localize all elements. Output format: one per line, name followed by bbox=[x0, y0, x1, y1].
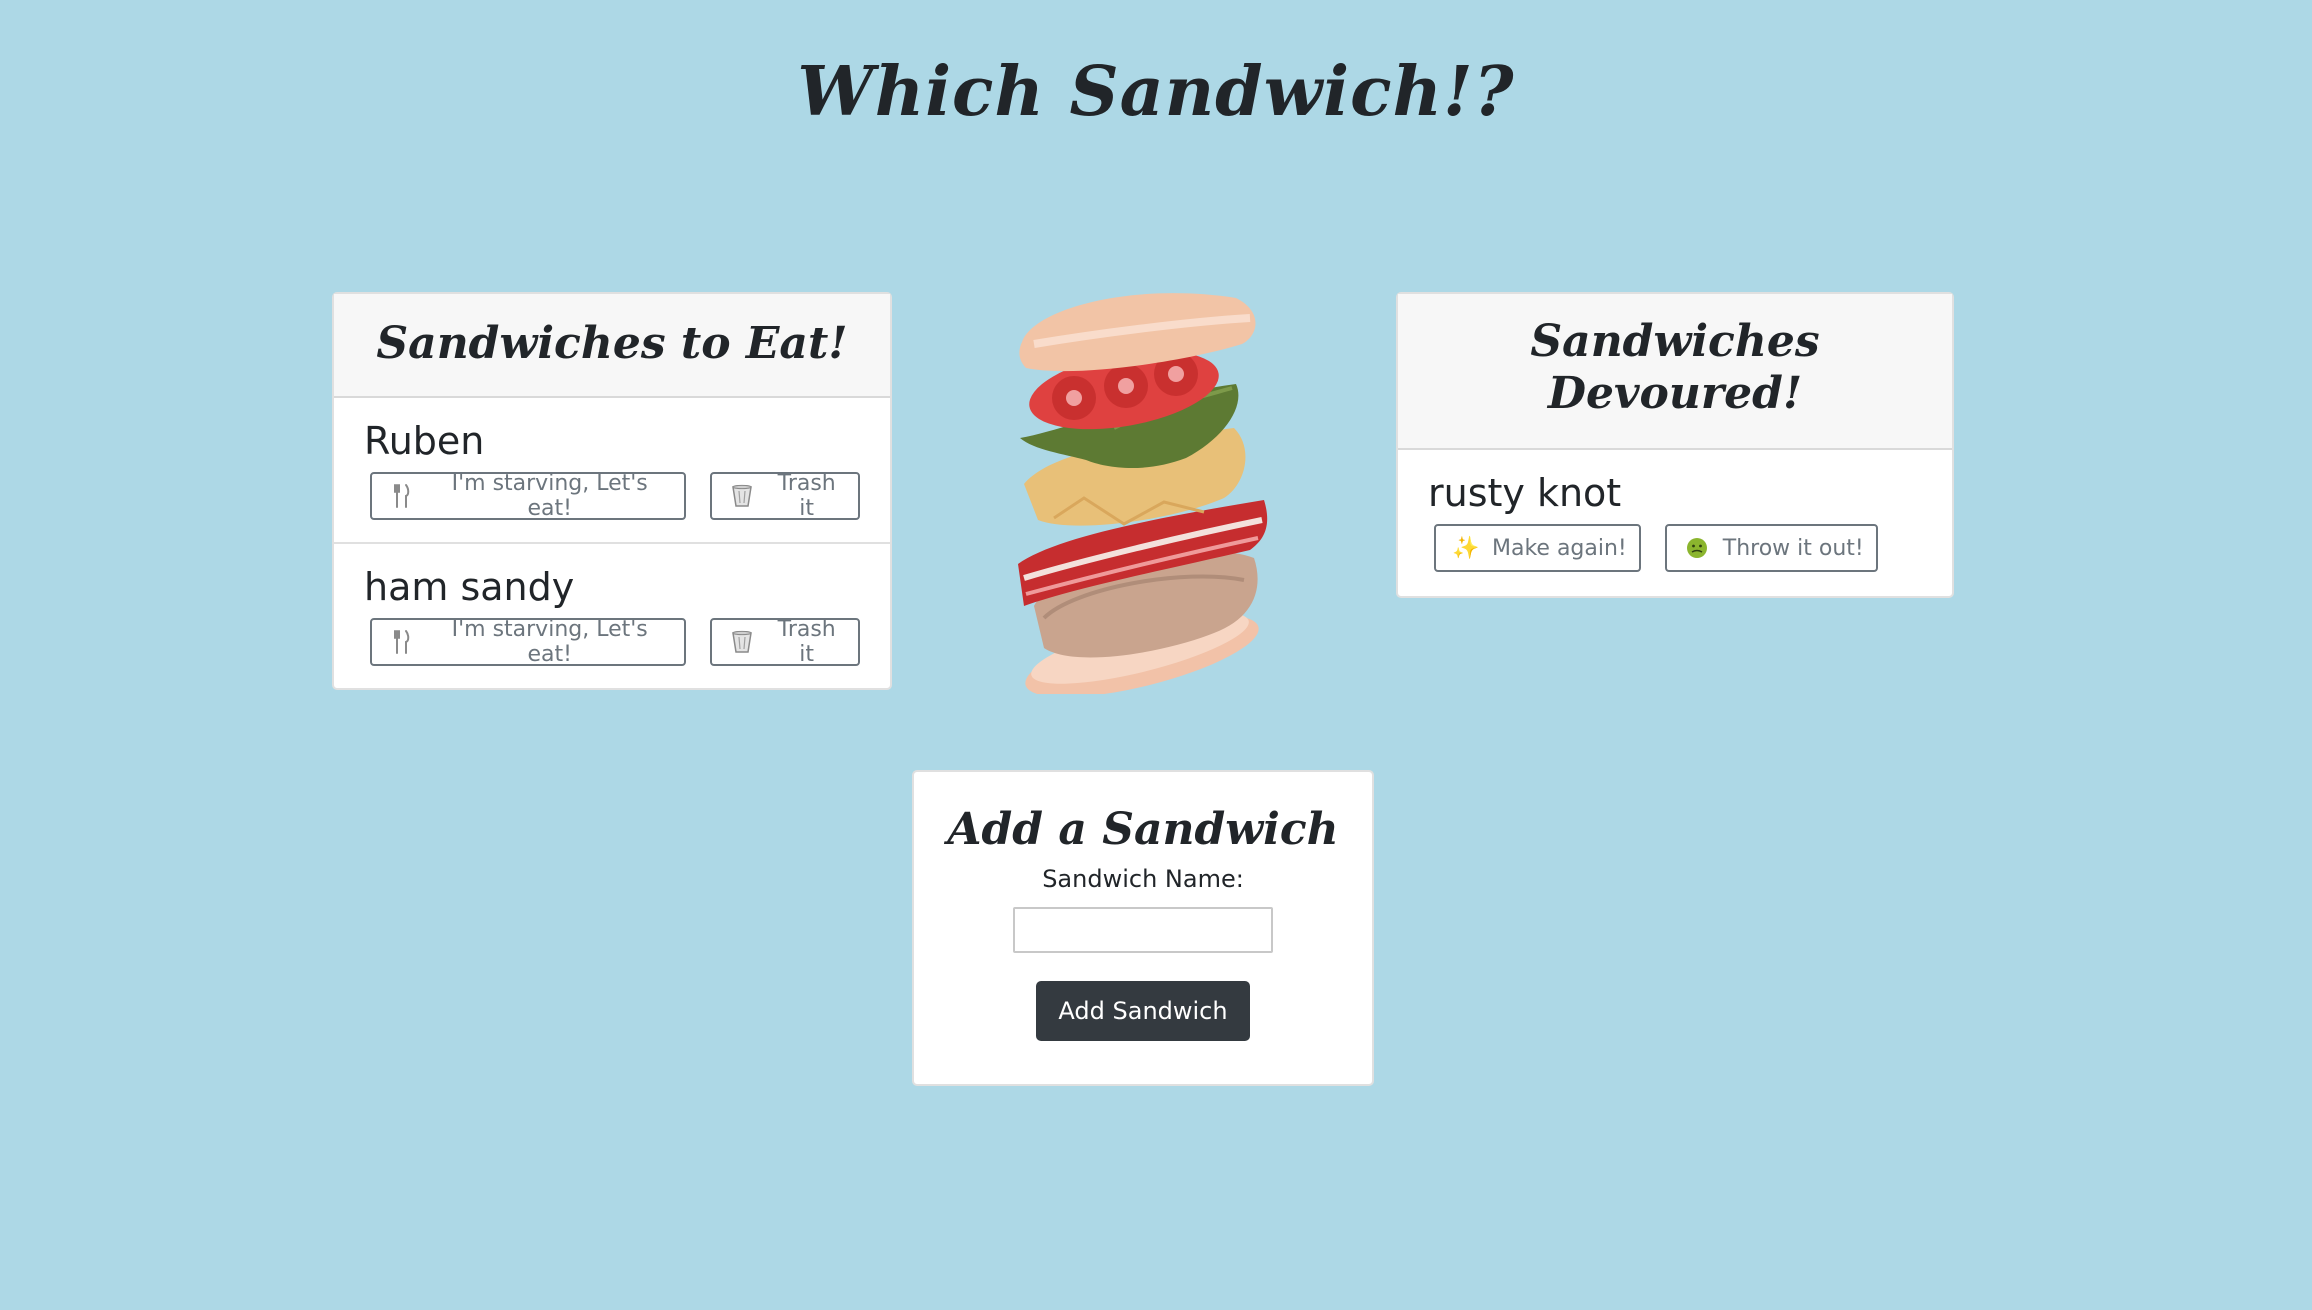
list-item: Ruben I'm starving, Let's eat! Trash it bbox=[334, 398, 890, 544]
list-item: rusty knot ✨ Make again! Throw it out! bbox=[1398, 450, 1952, 596]
trash-button-label: Trash it bbox=[777, 617, 836, 667]
throw-out-button[interactable]: Throw it out! bbox=[1664, 524, 1878, 572]
add-sandwich-card: Add a Sandwich Sandwich Name: Add Sandwi… bbox=[912, 770, 1374, 1086]
list-item: ham sandy I'm starving, Let's eat! Trash… bbox=[334, 544, 890, 690]
sparkles-icon: ✨ bbox=[1452, 535, 1480, 561]
trash-button[interactable]: Trash it bbox=[709, 617, 860, 667]
sandwich-name-label: Sandwich Name: bbox=[1042, 865, 1244, 893]
to-eat-header: Sandwiches to Eat! bbox=[334, 294, 890, 398]
sick-face-icon bbox=[1685, 537, 1709, 559]
sandwich-illustration bbox=[1014, 288, 1274, 698]
add-sandwich-button[interactable]: Add Sandwich bbox=[1036, 981, 1250, 1041]
trash-button-label: Trash it bbox=[777, 471, 836, 521]
sandwich-name: rusty knot bbox=[1428, 471, 1622, 515]
devoured-header: Sandwiches Devoured! bbox=[1398, 294, 1952, 450]
trash-can-icon bbox=[730, 630, 754, 654]
sandwich-name: ham sandy bbox=[364, 565, 575, 609]
devoured-header-line2: Devoured! bbox=[1547, 368, 1803, 419]
make-again-button[interactable]: ✨ Make again! bbox=[1434, 524, 1641, 572]
eat-button-label: I'm starving, Let's eat! bbox=[451, 471, 648, 521]
throw-out-button-label: Throw it out! bbox=[1722, 535, 1864, 561]
eat-button[interactable]: I'm starving, Let's eat! bbox=[370, 471, 686, 521]
devoured-card: Sandwiches Devoured! rusty knot ✨ Make a… bbox=[1396, 292, 1954, 598]
trash-can-icon bbox=[730, 484, 754, 508]
page-title: Which Sandwich!? bbox=[797, 52, 1515, 132]
eat-button[interactable]: I'm starving, Let's eat! bbox=[370, 617, 686, 667]
to-eat-card: Sandwiches to Eat! Ruben I'm starving, L… bbox=[332, 292, 892, 690]
make-again-button-label: Make again! bbox=[1492, 535, 1627, 561]
devoured-header-line1: Sandwiches bbox=[1530, 316, 1820, 367]
fork-knife-icon bbox=[390, 483, 414, 509]
eat-button-label: I'm starving, Let's eat! bbox=[451, 617, 648, 667]
add-sandwich-title: Add a Sandwich bbox=[947, 804, 1339, 855]
fork-knife-icon bbox=[390, 629, 414, 655]
sandwich-name-input[interactable] bbox=[1013, 907, 1273, 953]
trash-button[interactable]: Trash it bbox=[709, 471, 860, 521]
sandwich-name: Ruben bbox=[364, 419, 485, 463]
